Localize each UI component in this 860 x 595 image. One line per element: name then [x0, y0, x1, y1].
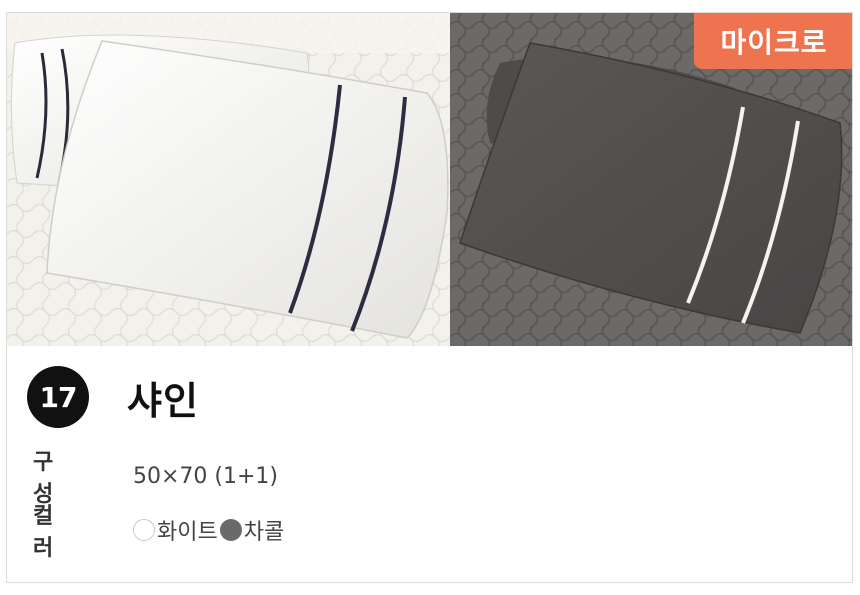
product-photos: 마이크로	[7, 13, 852, 346]
spec-row-color: 컬 러 화이트 차콜	[33, 504, 284, 561]
product-title-row: 17 샤인	[27, 365, 199, 429]
charcoal-swatch-icon	[219, 519, 242, 541]
spec-value-composition: 50×70 (1+1)	[133, 463, 279, 489]
color-name-charcoal: 차콜	[243, 520, 285, 545]
product-name: 샤인	[127, 378, 199, 423]
color-options: 화이트 차콜	[133, 514, 284, 546]
material-badge: 마이크로	[694, 13, 852, 69]
spec-label-color: 컬 러	[33, 504, 72, 561]
white-swatch-icon	[133, 519, 155, 541]
color-name-white: 화이트	[157, 520, 218, 545]
product-number-badge: 17	[27, 366, 89, 428]
product-card[interactable]: 마이크로 17 샤인 구 성 50×70 (1+1) 컬 러 화이트 차콜	[6, 12, 853, 583]
white-pillow-photo	[7, 13, 450, 346]
spec-row-composition: 구 성 50×70 (1+1)	[33, 450, 279, 507]
